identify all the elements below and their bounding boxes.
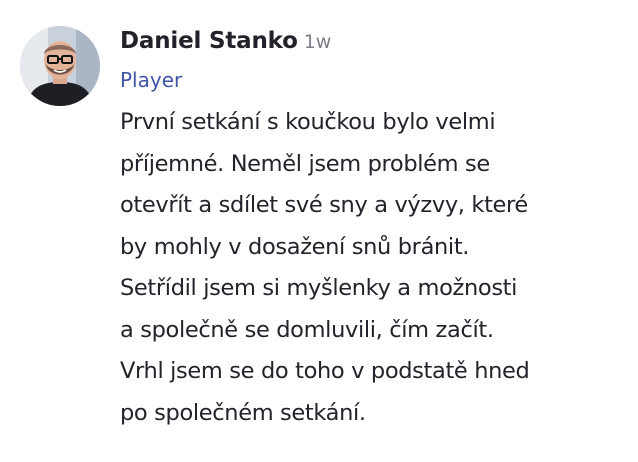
comment-body: Daniel Stanko 1w Player První setkání s … [120, 26, 626, 434]
author-name[interactable]: Daniel Stanko [120, 28, 298, 54]
comment-header: Daniel Stanko 1w [120, 28, 626, 64]
timestamp: 1w [303, 31, 332, 53]
comment-card: Daniel Stanko 1w Player První setkání s … [20, 26, 626, 434]
author-role: Player [120, 68, 183, 92]
user-avatar-icon [20, 26, 100, 106]
comment-message: První setkání s koučkou bylo velmi příje… [120, 109, 530, 426]
avatar[interactable] [20, 26, 100, 106]
